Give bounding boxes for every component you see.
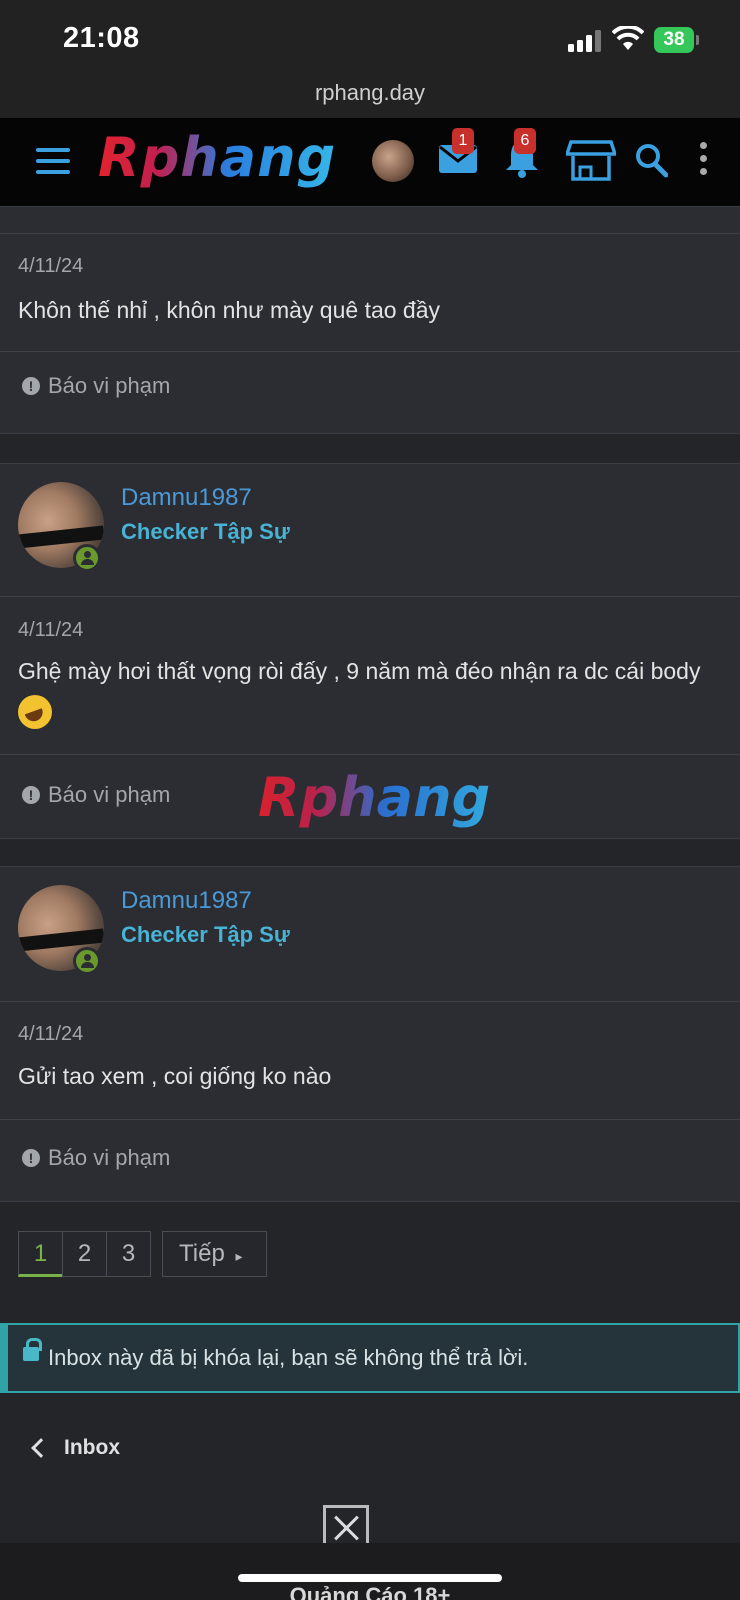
post-author: Damnu1987 Checker Tập Sự <box>0 867 740 999</box>
store-icon[interactable] <box>566 138 616 182</box>
laughing-emoji-icon <box>18 694 52 729</box>
post-message-text: Ghệ mày hơi thất vọng ròi đấy , 9 năm mà… <box>18 658 701 684</box>
message-post: 4/11/24 Khôn thế nhỉ , khôn như mày quê … <box>0 206 740 434</box>
status-bar: 21:08 38 <box>0 0 740 80</box>
page-1-button[interactable]: 1 <box>18 1231 63 1277</box>
message-post: Damnu1987 Checker Tập Sự 4/11/24 Gửi tao… <box>0 866 740 1202</box>
post-message: Ghệ mày hơi thất vọng ròi đấy , 9 năm mà… <box>18 652 718 730</box>
next-page-button[interactable]: Tiếp ▸ <box>162 1231 267 1277</box>
menu-icon[interactable] <box>36 148 70 176</box>
username-link[interactable]: Damnu1987 <box>121 887 252 915</box>
warning-icon: ! <box>22 1149 40 1167</box>
post-date[interactable]: 4/11/24 <box>18 255 83 278</box>
report-button[interactable]: ! Báo vi phạm <box>22 782 170 808</box>
locked-notice: Inbox này đã bị khóa lại, bạn sẽ không t… <box>0 1323 740 1393</box>
site-header: Rphang 1 6 <box>0 118 740 206</box>
mail-badge: 1 <box>452 128 474 154</box>
battery-icon: 38 <box>654 27 700 53</box>
warning-icon: ! <box>22 786 40 804</box>
inbox-button[interactable]: 1 <box>438 128 478 174</box>
page-3-button[interactable]: 3 <box>106 1231 151 1277</box>
locked-notice-text: Inbox này đã bị khóa lại, bạn sẽ không t… <box>48 1345 529 1370</box>
address-bar[interactable]: rphang.day <box>0 80 740 118</box>
post-message: Gửi tao xem , coi giống ko nào <box>18 1063 332 1089</box>
username-link[interactable]: Damnu1987 <box>121 484 252 512</box>
search-icon[interactable] <box>634 142 668 178</box>
back-to-inbox-link[interactable]: Inbox <box>31 1436 120 1460</box>
report-button[interactable]: ! Báo vi phạm <box>22 373 170 399</box>
cellular-signal-icon <box>568 30 602 52</box>
account-avatar[interactable] <box>372 140 414 182</box>
post-date[interactable]: 4/11/24 <box>18 1023 83 1046</box>
battery-level: 38 <box>654 27 694 53</box>
online-status-icon <box>73 947 101 975</box>
warning-icon: ! <box>22 377 40 395</box>
online-status-icon <box>73 544 101 572</box>
ad-label[interactable]: Quảng Cáo 18+ <box>0 1583 740 1600</box>
watermark-logo: Rphang <box>258 766 491 829</box>
page-2-button[interactable]: 2 <box>62 1231 107 1277</box>
report-label: Báo vi phạm <box>48 782 171 807</box>
more-options-icon[interactable] <box>696 142 710 182</box>
alerts-badge: 6 <box>514 128 536 154</box>
alerts-button[interactable]: 6 <box>504 128 540 178</box>
status-time: 21:08 <box>63 22 140 54</box>
home-indicator[interactable] <box>238 1574 502 1582</box>
pagination: 1 2 3 Tiếp ▸ <box>18 1231 267 1277</box>
post-message: Khôn thế nhỉ , khôn như mày quê tao đầy <box>18 297 441 323</box>
report-label: Báo vi phạm <box>48 373 171 398</box>
back-link-label: Inbox <box>64 1436 120 1459</box>
chevron-left-icon <box>31 1438 51 1458</box>
url-text: rphang.day <box>314 80 426 105</box>
wifi-icon <box>612 26 644 50</box>
user-title: Checker Tập Sự <box>121 519 290 544</box>
next-page-label: Tiếp <box>179 1240 225 1267</box>
site-logo[interactable]: Rphang <box>98 126 336 189</box>
report-button[interactable]: ! Báo vi phạm <box>22 1145 170 1171</box>
report-label: Báo vi phạm <box>48 1145 171 1170</box>
user-title: Checker Tập Sự <box>121 922 290 947</box>
lock-icon <box>23 1338 42 1361</box>
post-author: Damnu1987 Checker Tập Sự <box>0 464 740 596</box>
post-date[interactable]: 4/11/24 <box>18 619 83 642</box>
caret-right-icon: ▸ <box>235 1248 243 1264</box>
